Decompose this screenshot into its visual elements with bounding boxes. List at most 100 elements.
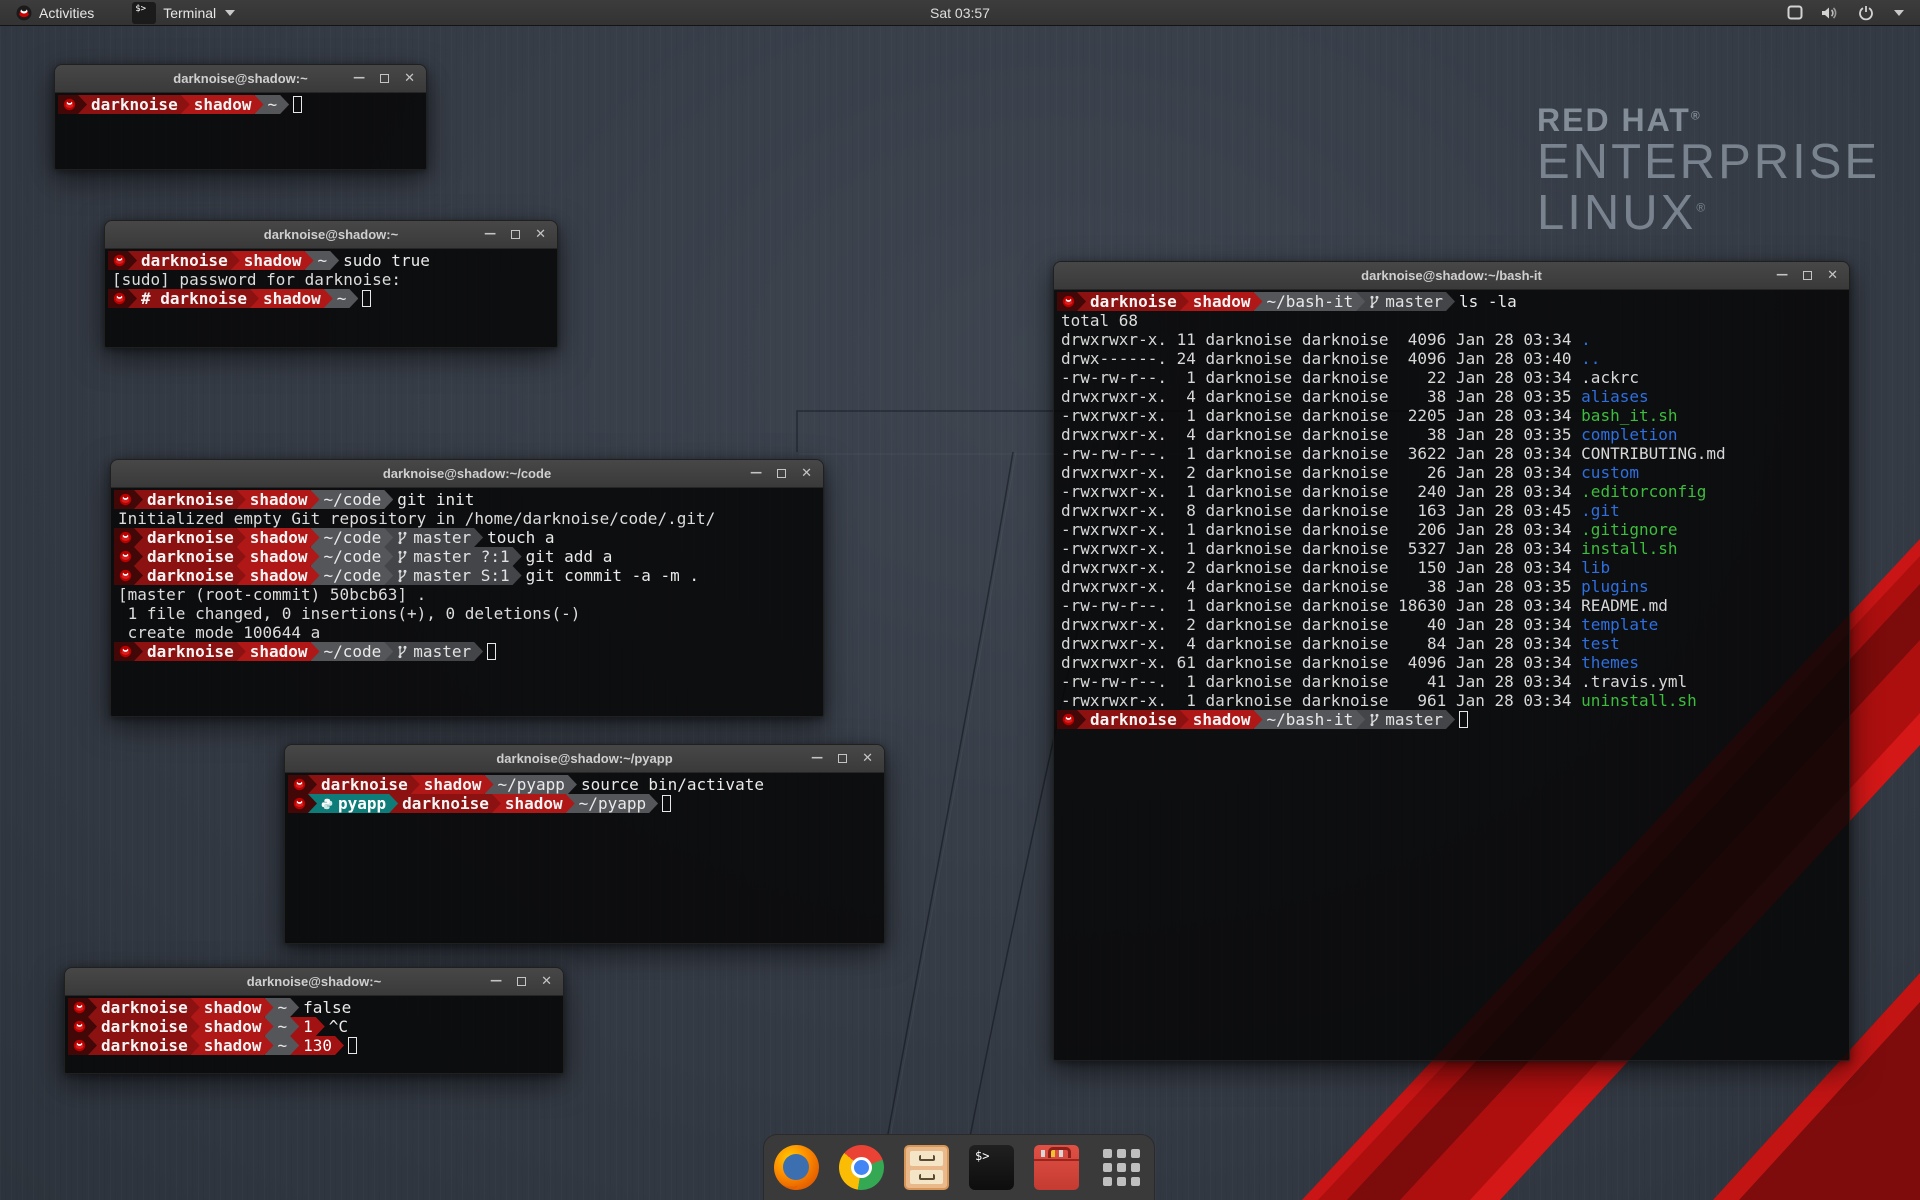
file-list-row: -rw-rw-r--. 1 darknoise darknoise 22 Jan… — [1057, 368, 1846, 387]
chrome-icon[interactable] — [839, 1145, 884, 1190]
minimize-button[interactable]: — — [1776, 268, 1788, 280]
maximize-button[interactable] — [517, 977, 526, 986]
file-name: plugins — [1581, 577, 1648, 596]
volume-icon[interactable] — [1821, 5, 1840, 21]
terminal-window-home-1: darknoise@shadow:~ —✕ darknoiseshadow~ — [54, 64, 427, 170]
titlebar[interactable]: darknoise@shadow:~ —✕ — [65, 968, 563, 996]
prompt-segment-user: darknoise — [78, 95, 190, 114]
prompt-segment-host: shadow — [1180, 710, 1263, 729]
close-button[interactable]: ✕ — [541, 975, 552, 988]
file-meta: -rwxrwxr-x. 1 darknoise darknoise 206 Ja… — [1061, 520, 1581, 539]
output-line: [sudo] password for darknoise: — [108, 270, 554, 289]
terminal-content[interactable]: darknoiseshadow~/pyappsource bin/activat… — [285, 773, 884, 943]
maximize-button[interactable] — [777, 469, 786, 478]
logo-line1: RED HAT — [1537, 102, 1691, 138]
firefox-icon[interactable] — [774, 1145, 819, 1190]
close-button[interactable]: ✕ — [801, 467, 812, 480]
terminal-icon[interactable]: $> — [969, 1145, 1014, 1190]
prompt-segment-user: darknoise — [308, 775, 420, 794]
prompt-segment-user: darknoise — [134, 566, 246, 585]
prompt-segment-git: master — [384, 642, 483, 661]
file-meta: -rw-rw-r--. 1 darknoise darknoise 3622 J… — [1061, 444, 1581, 463]
titlebar[interactable]: darknoise@shadow:~ —✕ — [55, 65, 426, 93]
prompt-segment-user: darknoise — [128, 251, 240, 270]
file-meta: -rwxrwxr-x. 1 darknoise darknoise 240 Ja… — [1061, 482, 1581, 501]
terminal-content[interactable]: darknoiseshadow~sudo true[sudo] password… — [105, 249, 557, 347]
command-text: ls -la — [1459, 292, 1517, 311]
close-button[interactable]: ✕ — [535, 228, 546, 241]
file-list-row: drwxrwxr-x. 8 darknoise darknoise 163 Ja… — [1057, 501, 1846, 520]
prompt-segment-path: ~/code — [311, 566, 394, 585]
file-list-row: -rw-rw-r--. 1 darknoise darknoise 18630 … — [1057, 596, 1846, 615]
titlebar[interactable]: darknoise@shadow:~/code — ✕ — [111, 460, 823, 488]
prompt-segment-git: master ?:1 — [384, 547, 521, 566]
command-text: false — [303, 998, 351, 1017]
file-name: lib — [1581, 558, 1610, 577]
focused-app-name: Terminal — [163, 5, 216, 21]
window-title: darknoise@shadow:~/bash-it — [1054, 268, 1849, 283]
logo-line3: LINUX — [1537, 186, 1696, 240]
window-title: darknoise@shadow:~/code — [111, 466, 823, 481]
terminal-cursor — [662, 795, 671, 812]
app-grid-icon[interactable] — [1099, 1145, 1144, 1190]
maximize-button[interactable] — [1803, 271, 1812, 280]
terminal-content[interactable]: darknoiseshadow~falsedarknoiseshadow~1^C… — [65, 996, 563, 1073]
maximize-button[interactable] — [838, 754, 847, 763]
close-button[interactable]: ✕ — [862, 752, 873, 765]
window-selector-icon[interactable] — [1787, 5, 1803, 20]
prompt-segment-host: shadow — [411, 775, 494, 794]
focused-app-menu[interactable]: $> Terminal — [132, 2, 235, 24]
prompt-segment-git: master S:1 — [384, 566, 521, 585]
power-icon[interactable] — [1858, 5, 1874, 21]
prompt-segment-user: darknoise — [1077, 710, 1189, 729]
prompt-segment-git: master — [384, 528, 483, 547]
file-list-row: drwxrwxr-x. 2 darknoise darknoise 26 Jan… — [1057, 463, 1846, 482]
file-name: template — [1581, 615, 1658, 634]
command-text: git init — [397, 490, 474, 509]
prompt-segment-user: darknoise — [88, 1017, 200, 1036]
maximize-button[interactable] — [380, 74, 389, 83]
file-list-row: drwxrwxr-x. 4 darknoise darknoise 84 Jan… — [1057, 634, 1846, 653]
file-meta: -rwxrwxr-x. 1 darknoise darknoise 2205 J… — [1061, 406, 1581, 425]
prompt-segment-path: ~/code — [311, 490, 394, 509]
minimize-button[interactable]: — — [484, 227, 496, 239]
terminal-content[interactable]: darknoiseshadow~ — [55, 93, 426, 169]
prompt-segment-host: shadow — [492, 794, 575, 813]
terminal-window-home-2: darknoise@shadow:~ —✕ darknoiseshadow~fa… — [64, 967, 564, 1074]
files-icon[interactable] — [904, 1145, 949, 1190]
file-list-row: drwxrwxr-x. 11 darknoise darknoise 4096 … — [1057, 330, 1846, 349]
git-branch-icon — [397, 645, 408, 659]
file-list-row: drwxrwxr-x. 4 darknoise darknoise 38 Jan… — [1057, 425, 1846, 444]
rhel-logo: RED HAT® ENTERPRISE LINUX® — [1537, 104, 1880, 239]
prompt-line: darknoiseshadow~/bash-itmaster — [1057, 710, 1846, 729]
file-list-row: -rw-rw-r--. 1 darknoise darknoise 3622 J… — [1057, 444, 1846, 463]
file-name: install.sh — [1581, 539, 1677, 558]
redhat-prompt-icon — [119, 550, 132, 563]
close-button[interactable]: ✕ — [404, 72, 415, 85]
prompt-line: # darknoiseshadow~ — [108, 289, 554, 308]
maximize-button[interactable] — [511, 230, 520, 239]
activities-button[interactable]: Activities — [8, 3, 102, 23]
titlebar[interactable]: darknoise@shadow:~/bash-it — ✕ — [1054, 262, 1849, 290]
terminal-app-icon: $> — [132, 2, 156, 24]
titlebar[interactable]: darknoise@shadow:~ —✕ — [105, 221, 557, 249]
terminal-cursor — [348, 1037, 357, 1054]
file-name: .travis.yml — [1581, 672, 1687, 691]
command-text: touch a — [487, 528, 554, 547]
minimize-button[interactable]: — — [750, 466, 762, 478]
minimize-button[interactable]: — — [811, 751, 823, 763]
clock[interactable]: Sat 03:57 — [0, 5, 1920, 21]
system-menu-caret-icon[interactable] — [1894, 10, 1904, 16]
terminal-content[interactable]: darknoiseshadow~/codegit initInitialized… — [111, 488, 823, 716]
prompt-line: darknoiseshadow~sudo true — [108, 251, 554, 270]
file-list-row: -rwxrwxr-x. 1 darknoise darknoise 2205 J… — [1057, 406, 1846, 425]
minimize-button[interactable]: — — [490, 974, 502, 986]
file-name: README.md — [1581, 596, 1668, 615]
minimize-button[interactable]: — — [353, 71, 365, 83]
titlebar[interactable]: darknoise@shadow:~/pyapp —✕ — [285, 745, 884, 773]
toolbox-icon[interactable] — [1034, 1145, 1079, 1190]
prompt-segment-host: shadow — [237, 547, 320, 566]
close-button[interactable]: ✕ — [1827, 269, 1838, 282]
prompt-segment-host: shadow — [250, 289, 333, 308]
terminal-content[interactable]: darknoiseshadow~/bash-itmasterls -latota… — [1054, 290, 1849, 1060]
